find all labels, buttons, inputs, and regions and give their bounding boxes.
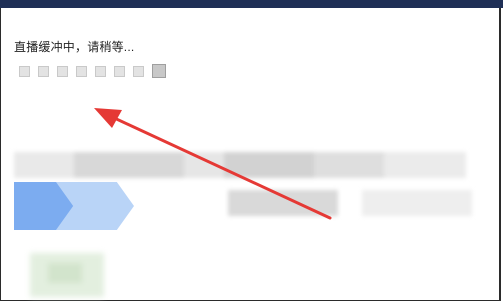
blurred-content-bar	[14, 152, 466, 178]
loader-square	[57, 65, 68, 77]
buffering-loader	[19, 64, 166, 78]
loader-square	[38, 65, 49, 77]
loader-square	[95, 65, 106, 77]
blurred-text-block	[228, 190, 338, 216]
loader-square	[133, 65, 144, 77]
blurred-text-block	[362, 190, 472, 216]
loader-square	[114, 65, 125, 77]
buffering-status-text: 直播缓冲中，请稍等...	[14, 40, 135, 54]
title-bar	[0, 0, 503, 8]
loader-square	[19, 65, 30, 77]
loader-square	[76, 65, 87, 77]
loader-square-active	[152, 64, 166, 78]
blurred-image-block	[30, 253, 104, 297]
